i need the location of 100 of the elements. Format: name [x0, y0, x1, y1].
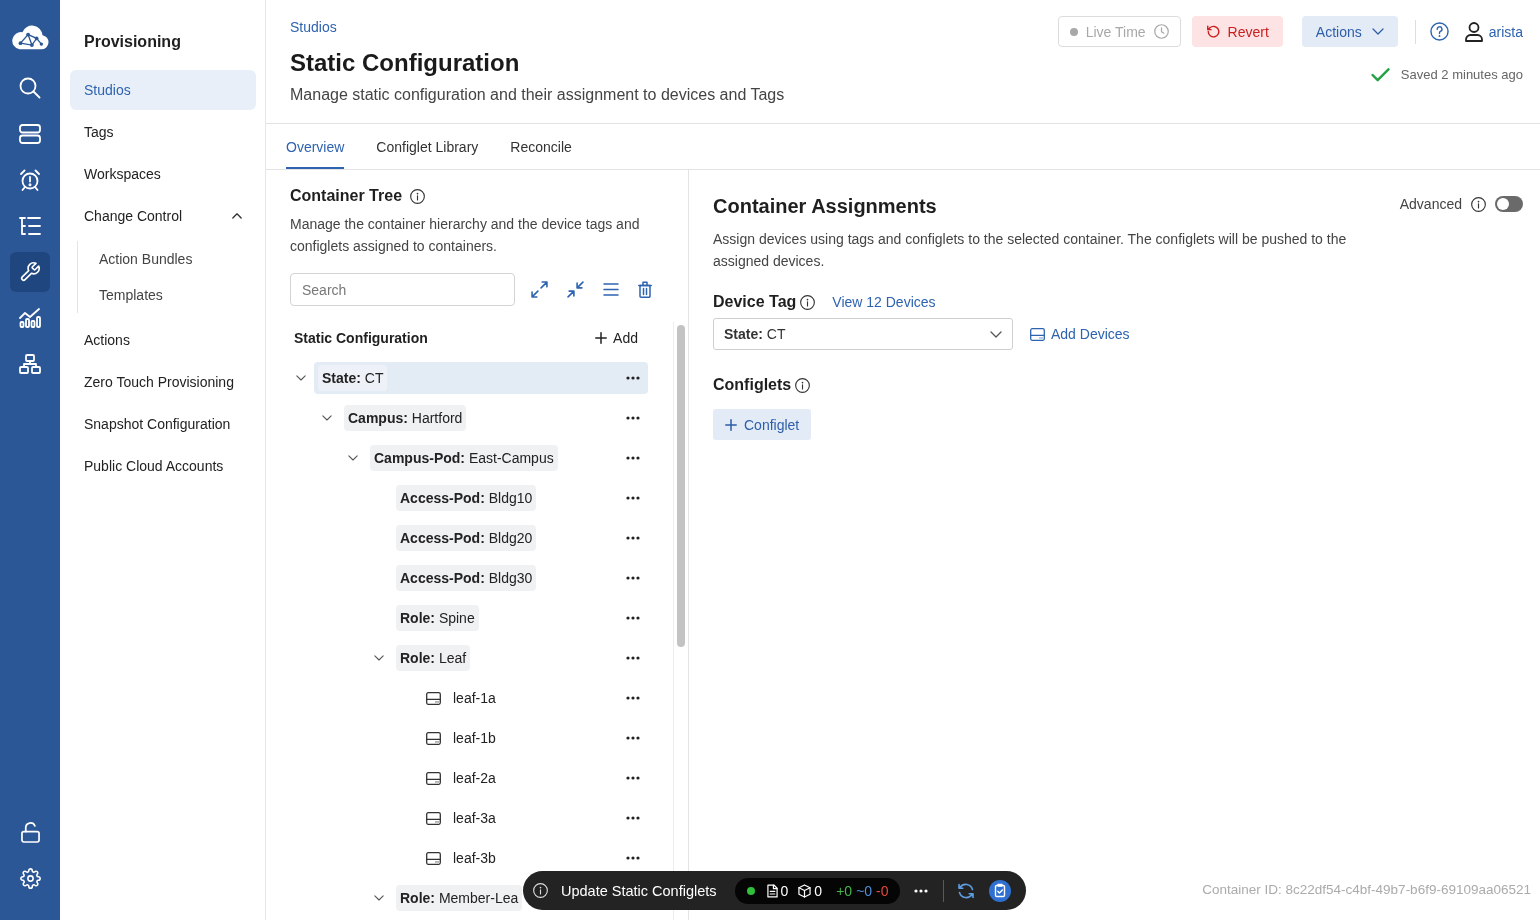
info-icon — [533, 883, 548, 898]
padlock-icon[interactable] — [20, 822, 40, 843]
sidebar-subitem[interactable]: Action Bundles — [78, 241, 256, 277]
alarm-clock-icon — [19, 169, 41, 191]
container-id: Container ID: 8c22df54-c4bf-49b7-b6f9-69109aa06521 — [1202, 881, 1531, 899]
lines-icon[interactable] — [603, 283, 619, 296]
change-message: Update Static Configlets — [561, 882, 717, 899]
more-icon[interactable] — [626, 656, 640, 660]
tree-row[interactable]: leaf-3a — [418, 802, 648, 834]
device-name: leaf-3b — [453, 850, 496, 866]
more-icon[interactable] — [626, 376, 640, 380]
chevron-down-icon[interactable] — [374, 895, 384, 901]
chevron-down-icon — [990, 330, 1002, 338]
tree-row[interactable]: leaf-3b — [418, 842, 648, 874]
cube-icon — [798, 883, 812, 898]
tab[interactable]: Configlet Library — [376, 124, 479, 169]
clipboard-check-icon[interactable] — [988, 879, 1011, 902]
tree-row[interactable]: leaf-1a — [418, 682, 648, 714]
container-tag: Access-Pod: Bldg30 — [396, 565, 537, 591]
view-devices-link[interactable]: View 12 Devices — [832, 294, 936, 310]
field-label: Device Tag — [713, 292, 797, 312]
sidebar-subitem[interactable]: Templates — [78, 277, 256, 313]
expand-icon[interactable] — [531, 281, 548, 298]
cloud-network-logo[interactable] — [11, 23, 49, 50]
device-name: leaf-2a — [453, 770, 496, 786]
container-tag: State: CT — [318, 365, 388, 391]
add-button[interactable]: Add — [595, 330, 638, 346]
sidebar-item[interactable]: Change Control — [70, 196, 256, 236]
sidebar-item[interactable]: Studios — [70, 70, 256, 110]
sidebar-item[interactable]: Actions — [70, 320, 256, 360]
sidebar-item[interactable]: Workspaces — [70, 154, 256, 194]
more-icon[interactable] — [626, 576, 640, 580]
sidebar-title: Provisioning — [83, 32, 182, 52]
tree-row[interactable]: Campus: Hartford — [340, 402, 648, 434]
more-icon[interactable] — [626, 456, 640, 460]
tree-root-label: Static Configuration — [294, 330, 428, 346]
more-icon[interactable] — [626, 856, 640, 860]
list-tree-icon — [19, 215, 41, 237]
tree-row[interactable]: State: CT — [314, 362, 648, 394]
chevron-down-icon[interactable] — [374, 655, 384, 661]
help-icon[interactable] — [1429, 22, 1449, 41]
container-tag: Access-Pod: Bldg10 — [396, 485, 537, 511]
advanced-toggle[interactable] — [1495, 196, 1523, 212]
refresh-icon[interactable] — [956, 882, 975, 899]
more-icon[interactable] — [626, 816, 640, 820]
tab[interactable]: Overview — [286, 124, 345, 169]
page-subtitle: Manage static configuration and their assignment to devices and Tags — [290, 85, 785, 105]
page-title: Static Configuration — [290, 48, 521, 78]
tree-row[interactable]: Campus-Pod: East-Campus — [366, 442, 648, 474]
more-icon[interactable] — [626, 776, 640, 780]
info-icon — [795, 377, 811, 393]
tab[interactable]: Reconcile — [510, 124, 572, 169]
tree-row[interactable]: Role: Leaf — [392, 642, 648, 674]
nav-button[interactable] — [10, 252, 50, 292]
more-icon[interactable] — [626, 616, 640, 620]
network-icon — [19, 353, 41, 375]
device-icon — [426, 811, 441, 825]
tree-row[interactable]: Access-Pod: Bldg30 — [392, 562, 648, 594]
status-dot-icon — [1069, 27, 1078, 36]
undo-icon — [1205, 24, 1220, 39]
revert-button[interactable]: Revert — [1191, 16, 1283, 47]
chevron-down-icon[interactable] — [296, 375, 306, 381]
more-icon[interactable] — [913, 888, 928, 893]
settings-icon[interactable] — [19, 868, 41, 889]
device-icon — [426, 771, 441, 785]
device-icon — [1030, 327, 1045, 341]
chevron-down-icon[interactable] — [348, 455, 358, 461]
info-icon — [410, 188, 426, 204]
tree-row[interactable]: Access-Pod: Bldg10 — [392, 482, 648, 514]
username-link[interactable]: arista — [1488, 23, 1523, 40]
more-icon[interactable] — [626, 496, 640, 500]
tree-row[interactable]: Access-Pod: Bldg20 — [392, 522, 648, 554]
collapse-icon[interactable] — [567, 281, 584, 298]
info-icon — [1471, 196, 1486, 212]
server-stack-icon — [19, 123, 41, 145]
device-tag-select[interactable]: State: CT — [713, 318, 1013, 350]
search-field[interactable]: Search — [290, 273, 515, 306]
more-icon[interactable] — [626, 536, 640, 540]
sidebar-item[interactable]: Zero Touch Provisioning — [70, 362, 256, 402]
chevron-down-icon[interactable] — [322, 415, 332, 421]
add-configlet-button[interactable]: Configlet — [713, 409, 812, 440]
more-icon[interactable] — [626, 696, 640, 700]
more-icon[interactable] — [626, 416, 640, 420]
tree-row[interactable]: leaf-1b — [418, 722, 648, 754]
sidebar-item[interactable]: Public Cloud Accounts — [70, 446, 256, 486]
actions-button[interactable]: Actions — [1301, 16, 1398, 47]
user-icon — [1464, 21, 1483, 42]
section-description: Manage the container hierarchy and the device tags and configlets assigned to containers. — [290, 215, 641, 256]
more-icon[interactable] — [626, 736, 640, 740]
trash-icon[interactable] — [638, 281, 652, 298]
sidebar-item[interactable]: Snapshot Configuration — [70, 404, 256, 444]
tree-row[interactable]: leaf-2a — [418, 762, 648, 794]
breadcrumb-link[interactable]: Studios — [290, 17, 785, 37]
chevron-up-icon[interactable] — [232, 213, 242, 219]
add-devices-link[interactable]: Add Devices — [1030, 326, 1130, 342]
sidebar-item[interactable]: Tags — [70, 112, 256, 152]
tree-row[interactable]: Role: Spine — [392, 602, 648, 634]
added-count: +0 — [836, 882, 853, 899]
scrollbar-thumb[interactable] — [677, 325, 685, 647]
file-count: 0 — [780, 882, 789, 899]
